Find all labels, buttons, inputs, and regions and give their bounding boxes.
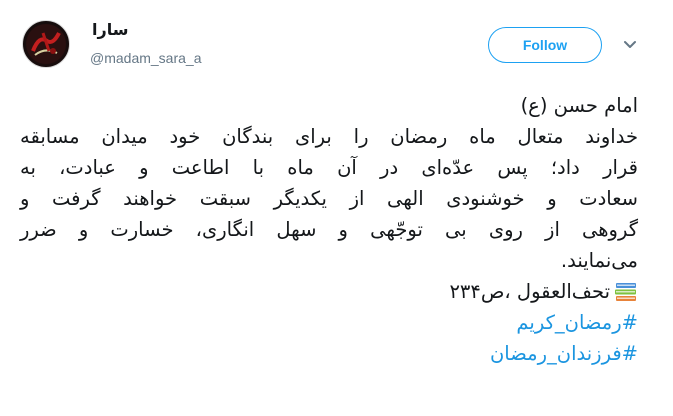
source-text: تحف‌العقول ،ص۲۳۴ [449, 280, 610, 303]
tweet-text: امام حسن (ع) خداوند متعال ماه رمضان را ب… [20, 90, 638, 369]
follow-button[interactable]: Follow [488, 27, 602, 63]
chevron-down-icon[interactable] [623, 40, 637, 50]
tweet-line: قرار داد؛ پس عدّه‌ای در آن ماه با اطاعت … [20, 156, 638, 179]
tweet-line: گروهی از روی بی توجّهی و سهل انگاری، خسا… [20, 218, 638, 241]
tweet-line: خداوند متعال ماه رمضان را برای بندگان خو… [20, 125, 638, 148]
user-handle[interactable]: @madam_sara_a [90, 50, 202, 66]
source-line: تحف‌العقول ،ص۲۳۴ [20, 276, 638, 307]
tweet-line: می‌نمایند. [560, 249, 638, 272]
avatar[interactable] [22, 20, 70, 68]
hashtag-link[interactable]: #رمضان_کریم [20, 307, 638, 338]
tweet-line: امام حسن (ع) [520, 94, 638, 117]
display-name[interactable]: سارا [92, 20, 128, 39]
avatar-image [26, 24, 66, 64]
tweet-line: سعادت و خوشنودی الهی از یکدیگر سبقت خواه… [20, 187, 638, 210]
books-emoji-icon [615, 283, 636, 301]
hashtag-link[interactable]: #فرزندان_رمضان [20, 338, 638, 369]
tweet-header: سارا @madam_sara_a Follow [0, 0, 673, 86]
